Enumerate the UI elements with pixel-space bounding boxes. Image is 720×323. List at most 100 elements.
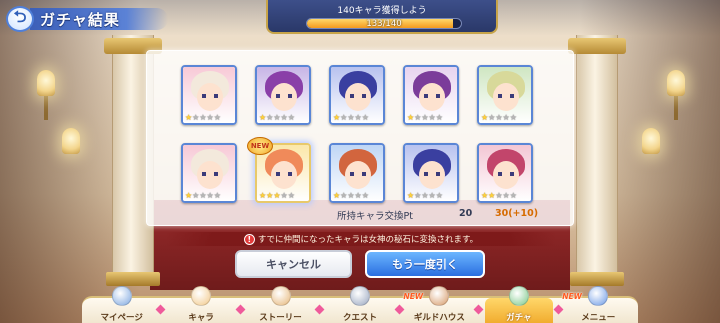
nav-icon: [508, 286, 529, 306]
character-result-grid: ★ ★ ★ ★ ★ ★ ★ ★ ★ ★ ★ ★ ★ ★ ★ ★ ★ ★ ★ ★ ★ ★ ★ ★ ★ ★ ★ ★ ★ ★ ★ ★ ★ ★ ★ ★ ★ ★ ★ ★…: [181, 65, 533, 203]
star-icon: ★: [273, 191, 281, 200]
left-lamp-small-icon: [62, 128, 80, 154]
character-eyes: [202, 94, 218, 98]
character-card[interactable]: ★ ★ ★ ★ ★: [181, 143, 237, 203]
character-card[interactable]: ★ ★ ★ ★ ★: [403, 143, 459, 203]
star-icon: ★: [428, 113, 436, 122]
back-arrow-icon: ⮌: [13, 6, 27, 26]
nav-label: マイページ: [100, 313, 143, 323]
nav-label: クエスト: [342, 313, 377, 323]
character-eyes: [424, 94, 440, 98]
star-icon: ★: [509, 113, 517, 122]
nav-separator-icon: [553, 304, 564, 315]
nav-icon: [350, 286, 370, 306]
nav-label: メニュー: [581, 313, 616, 323]
star-icon: ★: [199, 191, 207, 200]
conversion-notice: ! すでに仲間になったキャラは女神の秘石に変換されます。: [166, 232, 556, 246]
right-pillar: [576, 35, 618, 280]
bottom-navigation: マイページ キャラ ストーリー クエスト ギルドハウス NEW ガチャ メニュー NEW: [82, 286, 638, 323]
star-icon: ★: [435, 113, 443, 122]
nav-item[interactable]: メニュー NEW: [562, 286, 632, 323]
rarity-stars: ★ ★ ★ ★ ★: [259, 113, 295, 122]
nav-item[interactable]: ギルドハウス NEW: [403, 286, 473, 323]
rarity-stars: ★ ★ ★ ★ ★: [333, 113, 369, 122]
mission-text: 140キャラ獲得しよう: [337, 6, 427, 16]
star-icon: ★: [206, 113, 214, 122]
star-icon: ★: [273, 113, 281, 122]
nav-label: ストーリー: [259, 313, 302, 323]
star-icon: ★: [347, 191, 355, 200]
star-icon: ★: [280, 191, 288, 200]
exchange-points-row: 所持キャラ交換Pt 20 30(+10): [337, 208, 547, 222]
left-lamp-icon: [37, 70, 55, 96]
star-icon: ★: [428, 191, 436, 200]
character-card[interactable]: ★ ★ ★ ★ ★: [477, 143, 533, 203]
mission-panel[interactable]: 140キャラ獲得しよう 133/140: [266, 0, 498, 34]
nav-icon: [588, 286, 609, 306]
nav-icon: [270, 286, 291, 306]
right-lamp-small-icon: [642, 128, 660, 154]
character-eyes: [276, 94, 292, 98]
character-eyes: [276, 172, 292, 176]
character-card[interactable]: ★ ★ ★ ★ ★: [329, 65, 385, 125]
exchange-points-before: 20: [459, 208, 473, 219]
rarity-stars: ★ ★ ★ ★ ★: [185, 113, 221, 122]
nav-item[interactable]: クエスト: [326, 286, 394, 323]
character-eyes: [424, 172, 440, 176]
character-card[interactable]: ★ ★ ★ ★ ★: [403, 65, 459, 125]
star-icon: ★: [199, 113, 207, 122]
mission-progress-bar: 133/140: [306, 18, 462, 29]
nav-item[interactable]: キャラ: [167, 286, 235, 323]
rarity-stars: ★ ★ ★ ★ ★: [407, 113, 443, 122]
star-icon: ★: [287, 191, 295, 200]
cancel-button[interactable]: キャンセル: [235, 250, 352, 278]
nav-label: ギルドハウス: [413, 313, 465, 323]
notice-text: すでに仲間になったキャラは女神の秘石に変換されます。: [257, 235, 479, 245]
nav-label: ガチャ: [506, 313, 532, 323]
back-button[interactable]: ⮌: [6, 6, 34, 32]
star-icon: ★: [354, 191, 362, 200]
nav-separator-icon: [235, 304, 246, 315]
page-title-banner: ガチャ結果: [30, 8, 168, 30]
star-icon: ★: [354, 113, 362, 122]
star-icon: ★: [280, 113, 288, 122]
nav-new-badge: NEW: [562, 292, 582, 301]
star-icon: ★: [361, 191, 369, 200]
rarity-stars: ★ ★ ★ ★ ★: [407, 191, 443, 200]
star-icon: ★: [495, 113, 503, 122]
exchange-points-label: 所持キャラ交換Pt: [337, 211, 413, 222]
new-badge: NEW: [247, 137, 273, 155]
rarity-stars: ★ ★ ★ ★ ★: [333, 191, 369, 200]
nav-item[interactable]: ガチャ: [484, 286, 553, 323]
draw-again-button[interactable]: もう一度引く: [365, 250, 485, 278]
nav-item[interactable]: マイページ: [88, 286, 156, 323]
right-pillar-base: [570, 272, 624, 286]
character-eyes: [498, 94, 514, 98]
character-card[interactable]: ★ ★ ★ ★ ★: [477, 65, 533, 125]
rarity-stars: ★ ★ ★ ★ ★: [259, 191, 295, 200]
nav-item[interactable]: ストーリー: [247, 286, 315, 323]
nav-label: キャラ: [188, 313, 214, 323]
star-icon: ★: [421, 113, 429, 122]
star-icon: ★: [495, 191, 503, 200]
character-card[interactable]: ★ ★ ★ ★ ★: [329, 143, 385, 203]
star-icon: ★: [435, 191, 443, 200]
character-card[interactable]: ★ ★ ★ ★ ★: [181, 65, 237, 125]
star-icon: ★: [361, 113, 369, 122]
nav-icon: [111, 286, 132, 306]
right-lamp-icon: [667, 70, 685, 96]
nav-icon: [429, 286, 450, 306]
character-card[interactable]: ★ ★ ★ ★ ★: [255, 65, 311, 125]
star-icon: ★: [213, 113, 221, 122]
character-eyes: [350, 94, 366, 98]
warning-icon: !: [243, 233, 255, 245]
rarity-stars: ★ ★ ★ ★ ★: [481, 113, 517, 122]
star-icon: ★: [509, 191, 517, 200]
mission-progress-label: 133/140: [366, 19, 402, 29]
rarity-stars: ★ ★ ★ ★ ★: [481, 191, 517, 200]
rarity-stars: ★ ★ ★ ★ ★: [185, 191, 221, 200]
star-icon: ★: [287, 113, 295, 122]
character-eyes: [498, 172, 514, 176]
star-icon: ★: [213, 191, 221, 200]
star-icon: ★: [502, 113, 510, 122]
